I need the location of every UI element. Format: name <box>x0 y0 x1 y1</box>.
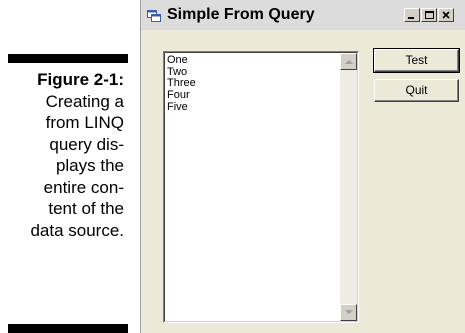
caption-line: entire con- <box>43 177 124 197</box>
test-button[interactable]: Test <box>373 48 460 73</box>
vertical-scrollbar[interactable] <box>340 53 357 321</box>
app-window: Simple From Query One Two Three Four Fiv… <box>140 0 465 333</box>
minimize-icon[interactable] <box>404 8 420 22</box>
caption-line: query dis- <box>49 134 124 154</box>
title-bar[interactable]: Simple From Query <box>141 0 465 30</box>
scroll-up-icon[interactable] <box>340 53 357 70</box>
caption-line: tent of the <box>48 199 124 218</box>
list-item[interactable]: One <box>167 54 337 67</box>
form-icon[interactable] <box>147 9 161 22</box>
caption-line: plays the <box>55 156 124 175</box>
maximize-icon[interactable] <box>421 8 437 22</box>
list-item[interactable]: Four <box>167 89 337 102</box>
list-item[interactable]: Five <box>167 101 337 114</box>
caption-bottom-bar <box>8 324 128 333</box>
scroll-down-icon[interactable] <box>340 304 357 321</box>
list-items: One Two Three Four Five <box>167 54 337 114</box>
quit-button[interactable]: Quit <box>374 79 459 102</box>
caption-top-bar <box>8 54 128 63</box>
window-title: Simple From Query <box>167 6 315 23</box>
list-item[interactable]: Three <box>167 78 337 90</box>
figure-label: Figure 2-1: <box>37 70 124 89</box>
figure-caption: Figure 2-1: Creating a from LINQ query d… <box>0 69 124 241</box>
caption-line: data source. <box>30 220 124 240</box>
caption-line: Creating a <box>45 91 124 111</box>
caption-line: from LINQ <box>45 113 124 132</box>
close-icon[interactable] <box>438 8 454 22</box>
items-listbox[interactable]: One Two Three Four Five <box>163 51 359 323</box>
